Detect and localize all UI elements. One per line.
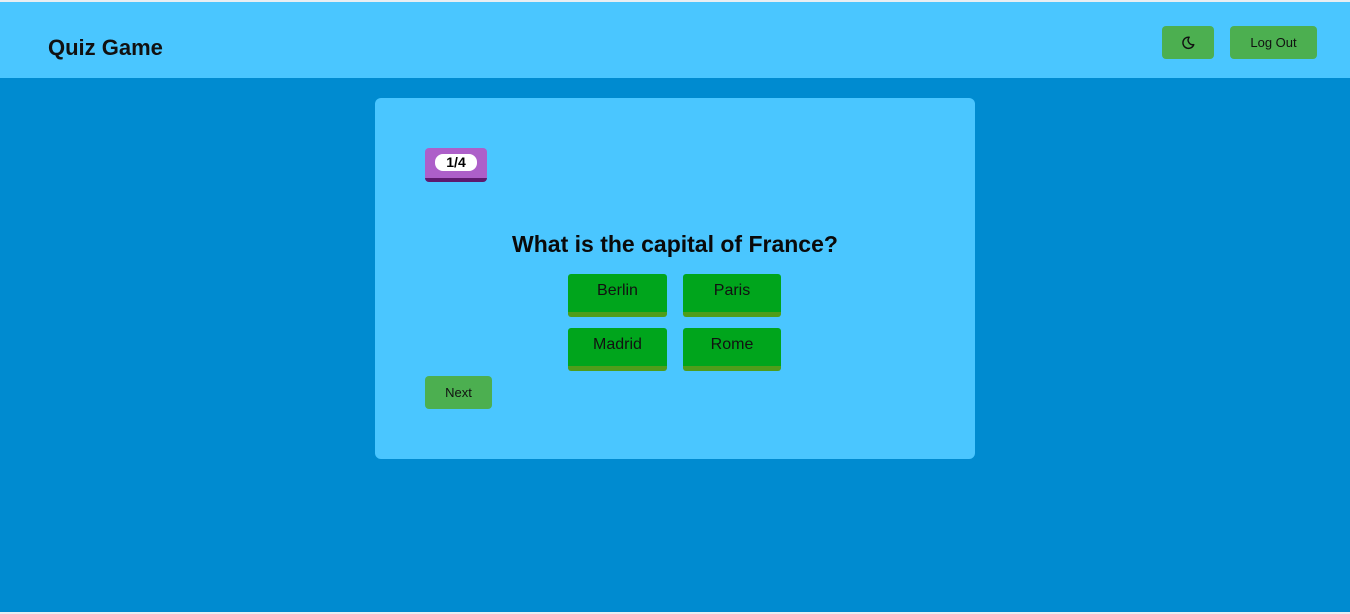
answer-button-berlin[interactable]: Berlin [568, 274, 667, 317]
question-text: What is the capital of France? [512, 231, 838, 257]
answer-button-rome[interactable]: Rome [683, 328, 781, 371]
answer-button-madrid[interactable]: Madrid [568, 328, 667, 371]
question-progress-badge: 1/4 [425, 148, 487, 182]
answer-button-paris[interactable]: Paris [683, 274, 781, 317]
app-title: Quiz Game [48, 35, 163, 60]
next-button[interactable]: Next [425, 376, 492, 409]
app-header: Quiz Game Log Out [0, 0, 1350, 78]
log-out-button[interactable]: Log Out [1230, 26, 1317, 59]
quiz-card: 1/4 What is the capital of France? Berli… [375, 98, 975, 459]
question-progress-text: 1/4 [435, 154, 477, 171]
theme-toggle-button[interactable] [1162, 26, 1214, 59]
moon-icon [1182, 35, 1195, 49]
